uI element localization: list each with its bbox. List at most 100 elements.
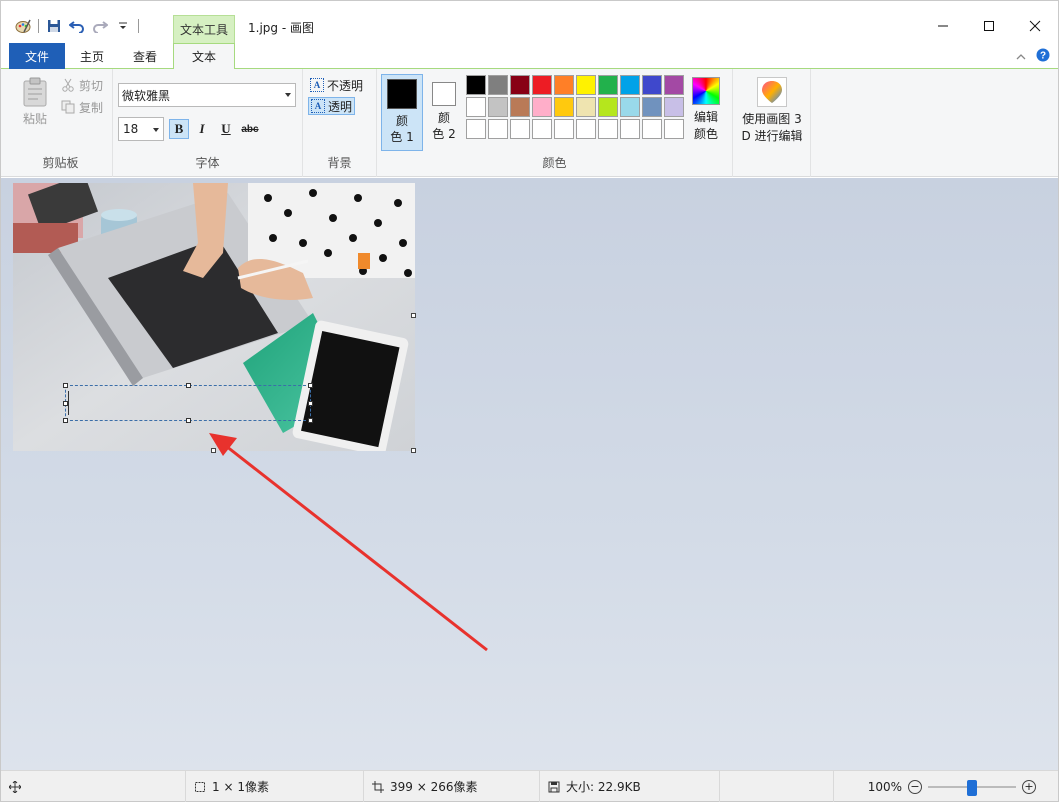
palette-swatch[interactable] [576, 75, 596, 95]
palette-swatch[interactable] [642, 75, 662, 95]
move-cursor-icon [9, 780, 21, 793]
palette-swatch[interactable] [510, 97, 530, 117]
resize-handle-right[interactable] [411, 313, 416, 318]
zoom-out-button[interactable]: − [908, 779, 922, 794]
palette-swatch[interactable] [554, 119, 574, 139]
scissors-icon [62, 78, 74, 92]
opaque-button[interactable]: A 不透明 [308, 76, 365, 94]
color-palette [466, 75, 684, 139]
underline-button[interactable]: U [216, 119, 236, 139]
tab-row-right: ? [1016, 48, 1050, 65]
textbox-handle-tl[interactable] [63, 383, 68, 388]
undo-icon[interactable] [69, 18, 85, 34]
color1-button[interactable]: 颜 色 1 [381, 74, 423, 151]
palette-swatch[interactable] [642, 97, 662, 117]
chevron-down-icon [153, 128, 159, 132]
palette-swatch[interactable] [510, 75, 530, 95]
color2-label-line1: 颜 [437, 111, 450, 125]
edit-with-paint3d-button[interactable]: 使用画图 3 D 进行编辑 [739, 77, 805, 145]
palette-swatch[interactable] [576, 119, 596, 139]
palette-swatch[interactable] [532, 75, 552, 95]
image-size-value: 399 × 266像素 [390, 780, 478, 794]
palette-swatch[interactable] [466, 119, 486, 139]
paint3d-label-line1: 使用画图 3 [742, 112, 802, 126]
zoom-slider-thumb[interactable] [967, 779, 977, 796]
status-spacer [720, 771, 834, 802]
font-size-dropdown[interactable]: 18 [118, 117, 164, 141]
chevron-down-icon [285, 93, 291, 97]
palette-swatch[interactable] [466, 97, 486, 117]
textbox-handle-t[interactable] [186, 383, 191, 388]
minimize-icon [938, 25, 948, 27]
paint3d-group: 使用画图 3 D 进行编辑 [733, 69, 811, 177]
palette-swatch[interactable] [664, 97, 684, 117]
color2-button[interactable]: 颜 色 2 [427, 74, 461, 151]
copy-label: 复制 [79, 100, 104, 115]
textbox-handle-r[interactable] [308, 401, 313, 406]
customize-qat-icon[interactable] [115, 18, 131, 34]
palette-swatch[interactable] [488, 75, 508, 95]
ribbon: 粘贴 剪切 复制 剪贴板 微软雅黑 18 B I U abc 字体 A 不透明 … [1, 69, 1058, 177]
qat-separator [38, 19, 39, 33]
minimize-button[interactable] [920, 11, 966, 41]
text-input-box[interactable] [63, 383, 313, 423]
textbox-handle-tr[interactable] [308, 383, 313, 388]
palette-swatch[interactable] [642, 119, 662, 139]
canvas-workspace[interactable] [1, 178, 1058, 770]
resize-handle-bottom[interactable] [211, 448, 216, 453]
palette-swatch[interactable] [598, 75, 618, 95]
clipboard-icon [23, 77, 47, 107]
textbox-handle-br[interactable] [308, 418, 313, 423]
palette-swatch[interactable] [488, 119, 508, 139]
palette-swatch[interactable] [532, 97, 552, 117]
transparent-label: 透明 [328, 99, 353, 114]
font-size-value: 18 [123, 122, 139, 136]
tab-file[interactable]: 文件 [9, 43, 65, 69]
save-icon[interactable] [46, 18, 62, 34]
zoom-slider[interactable] [928, 779, 1016, 796]
cut-button[interactable]: 剪切 [61, 77, 103, 93]
font-family-dropdown[interactable]: 微软雅黑 [118, 83, 296, 107]
zoom-in-button[interactable]: + [1022, 779, 1036, 794]
palette-swatch[interactable] [664, 119, 684, 139]
collapse-ribbon-icon[interactable] [1016, 50, 1026, 64]
palette-swatch[interactable] [620, 75, 640, 95]
color2-swatch [432, 82, 456, 106]
palette-swatch[interactable] [510, 119, 530, 139]
palette-swatch[interactable] [466, 75, 486, 95]
textbox-handle-b[interactable] [186, 418, 191, 423]
textbox-handle-bl[interactable] [63, 418, 68, 423]
file-size-value: 大小: 22.9KB [566, 780, 641, 794]
palette-swatch[interactable] [554, 75, 574, 95]
tab-text[interactable]: 文本 [173, 43, 235, 70]
palette-swatch[interactable] [488, 97, 508, 117]
strikethrough-button[interactable]: abc [239, 119, 261, 139]
palette-swatch[interactable] [576, 97, 596, 117]
palette-swatch[interactable] [620, 119, 640, 139]
palette-swatch[interactable] [664, 75, 684, 95]
copy-button[interactable]: 复制 [61, 99, 103, 115]
color1-label: 颜 色 1 [387, 113, 417, 145]
italic-button[interactable]: I [192, 119, 212, 139]
tab-home[interactable]: 主页 [67, 43, 117, 69]
palette-swatch[interactable] [598, 97, 618, 117]
palette-swatch[interactable] [598, 119, 618, 139]
paint-app-icon[interactable] [15, 18, 31, 34]
paste-button[interactable]: 粘贴 [21, 77, 49, 127]
close-button[interactable] [1012, 11, 1058, 41]
image-size-section: 399 × 266像素 [364, 771, 540, 802]
bold-button[interactable]: B [169, 119, 189, 139]
paint3d-icon [757, 77, 787, 107]
redo-icon[interactable] [92, 18, 108, 34]
palette-swatch[interactable] [620, 97, 640, 117]
resize-handle-corner[interactable] [411, 448, 416, 453]
palette-swatch[interactable] [532, 119, 552, 139]
transparent-button[interactable]: A 透明 [308, 97, 356, 115]
palette-swatch[interactable] [554, 97, 574, 117]
edit-colors-button[interactable]: 编辑 颜色 [689, 77, 723, 143]
help-icon[interactable]: ? [1036, 48, 1050, 65]
maximize-button[interactable] [966, 11, 1012, 41]
paint-window: 文本工具 1.jpg - 画图 文件 主页 查看 文本 ? 粘贴 剪切 复制 剪… [0, 0, 1059, 802]
qat-separator-2 [138, 19, 139, 33]
tab-view[interactable]: 查看 [119, 43, 171, 69]
